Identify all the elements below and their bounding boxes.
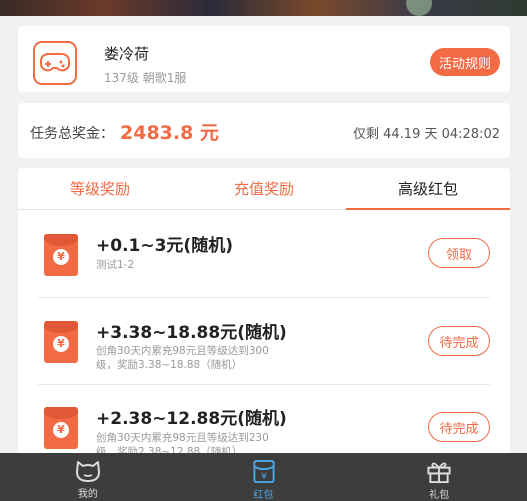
- nav-label: 礼包: [429, 490, 450, 501]
- reward-title: +2.38~12.88元(随机): [96, 409, 287, 429]
- nav-item-red-envelope[interactable]: ¥ 红包: [176, 453, 352, 501]
- profile-card: 娄冷荷 137级 朝歌1服 活动规则: [18, 26, 510, 92]
- nav-label: 我的: [77, 489, 98, 500]
- user-name: 娄冷荷: [104, 45, 150, 63]
- nav-item-mine[interactable]: 我的: [0, 453, 176, 501]
- red-envelope-icon: ¥: [44, 321, 78, 363]
- gift-icon: [427, 462, 451, 484]
- red-envelope-icon: ¥: [252, 459, 275, 484]
- reward-tabs: 等级奖励 充值奖励 高级红包: [18, 168, 510, 210]
- user-level-server: 137级 朝歌1服: [104, 71, 187, 85]
- reward-title: +3.38~18.88元(随机): [96, 323, 287, 343]
- total-bonus-label: 任务总奖金：: [30, 126, 114, 142]
- red-envelope-icon: ¥: [44, 407, 78, 449]
- nav-item-gift[interactable]: 礼包: [351, 453, 527, 501]
- svg-text:¥: ¥: [261, 472, 267, 482]
- top-banner-image: [0, 0, 527, 16]
- nav-label: 红包: [253, 490, 274, 501]
- time-remaining: 仅剩 44.19 天 04:28:02: [353, 127, 500, 142]
- claim-button[interactable]: 领取: [428, 238, 490, 268]
- gamepad-icon: [33, 41, 77, 85]
- tab-recharge-rewards[interactable]: 充值奖励: [182, 168, 346, 209]
- pending-button[interactable]: 待完成: [428, 412, 490, 442]
- reward-panel: 等级奖励 充值奖励 高级红包 ¥ +0.1~3元(随机) 测试1-2 领取 ¥ …: [18, 168, 510, 468]
- bonus-card: 任务总奖金： 2483.8 元 仅剩 44.19 天 04:28:02: [18, 103, 510, 158]
- reward-row: ¥ +0.1~3元(随机) 测试1-2 领取: [38, 211, 490, 298]
- cat-face-icon: [75, 461, 100, 482]
- tab-level-rewards[interactable]: 等级奖励: [18, 168, 182, 209]
- reward-row: ¥ +3.38~18.88元(随机) 创角30天内累充98元且等级达到300级，…: [38, 298, 490, 385]
- activity-rules-button[interactable]: 活动规则: [430, 48, 500, 76]
- reward-title: +0.1~3元(随机): [96, 236, 233, 256]
- tab-premium-red-envelope[interactable]: 高级红包: [346, 168, 510, 210]
- bottom-nav: 我的 ¥ 红包 礼包: [0, 453, 527, 501]
- reward-description: 创角30天内累充98元且等级达到300级，奖励3.38~18.88（随机）: [96, 345, 269, 371]
- reward-description: 测试1-2: [96, 259, 135, 271]
- red-envelope-icon: ¥: [44, 234, 78, 276]
- total-bonus-amount: 2483.8 元: [120, 122, 219, 144]
- pending-button[interactable]: 待完成: [428, 326, 490, 356]
